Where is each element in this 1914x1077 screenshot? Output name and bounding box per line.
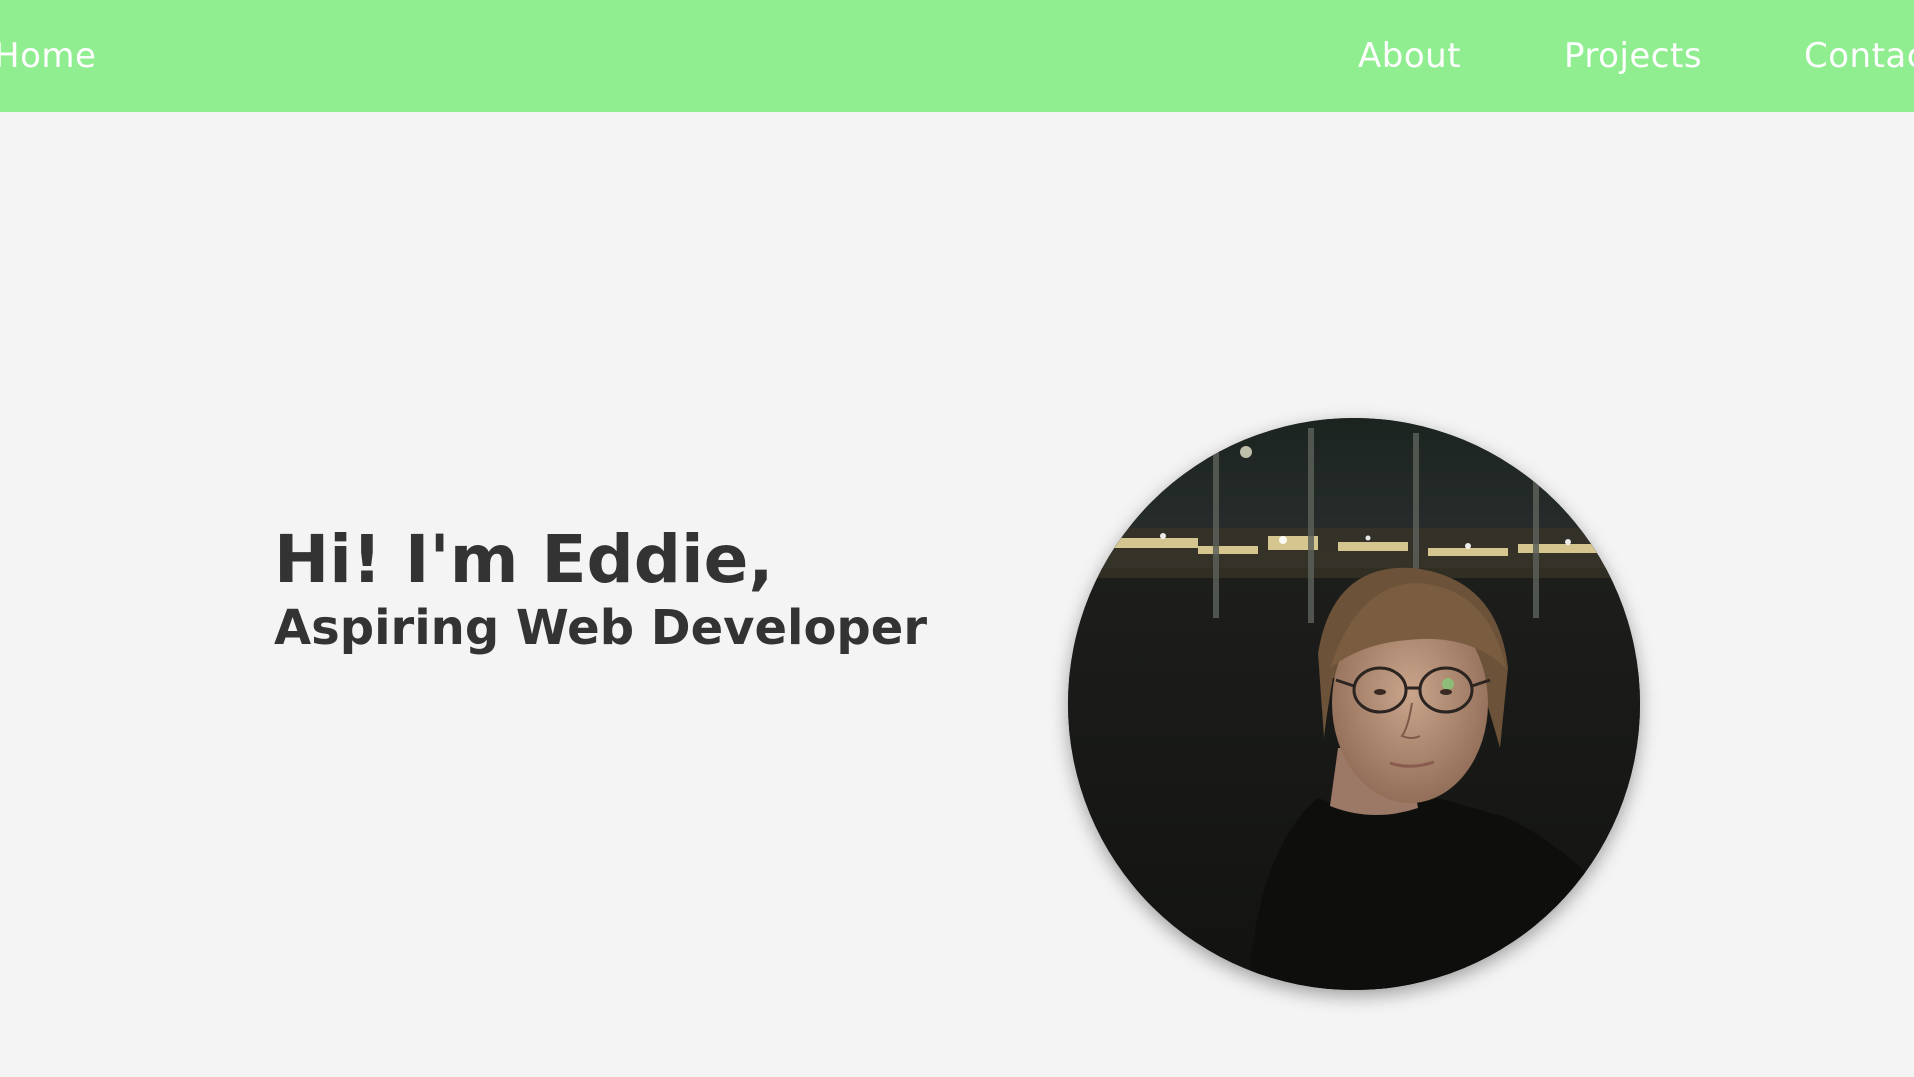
nav-link-contact[interactable]: Contact <box>1804 0 1914 112</box>
nav-link-about[interactable]: About <box>1358 0 1461 112</box>
role-subtitle: Aspiring Web Developer <box>274 599 928 656</box>
nav-link-home[interactable]: Home <box>0 0 96 112</box>
hero-section: Hi! I'm Eddie, Aspiring Web Developer <box>0 112 1914 1077</box>
profile-photo-illustration <box>1068 418 1640 990</box>
nav-link-projects[interactable]: Projects <box>1564 0 1702 112</box>
greeting-heading: Hi! I'm Eddie, <box>274 521 774 598</box>
top-navbar: Home About Projects Contact <box>0 0 1914 112</box>
profile-photo <box>1068 418 1640 990</box>
intro-text: Hi! I'm Eddie, Aspiring Web Developer <box>274 522 927 658</box>
